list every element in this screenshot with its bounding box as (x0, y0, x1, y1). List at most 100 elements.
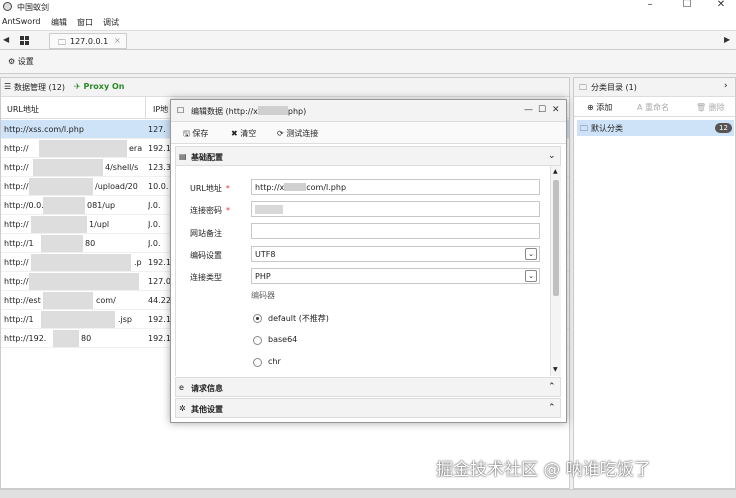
row-ip: 192.1 (148, 334, 171, 343)
settings-list-icon: ▤ (179, 152, 187, 161)
password-input[interactable] (251, 201, 540, 217)
redaction-mosaic (43, 197, 85, 214)
row-ip: 44.22 (148, 296, 171, 305)
url-input[interactable]: http://x com/l.php (251, 179, 540, 195)
dialog-titlebar[interactable]: ☐ 编辑数据 (http://x php) — ☐ ✕ (171, 100, 566, 122)
row-ip: J.0. (148, 220, 161, 229)
redaction-mosaic (29, 273, 139, 290)
basic-config-form: URL地址 * http://x com/l.php 连接密码 * 网站备注 编码设置… (175, 166, 561, 376)
row-ip: 192.1 (148, 144, 171, 153)
row-url-tail: 80 (81, 334, 92, 343)
redaction-mosaic (33, 159, 103, 176)
scroll-thumb[interactable] (553, 180, 559, 296)
row-url-tail: era (129, 144, 143, 153)
connection-type-label: 连接类型 (190, 273, 222, 282)
gear-icon: ⚙ (8, 57, 16, 66)
row-url-tail: 80 (85, 239, 96, 248)
count-badge: 12 (715, 123, 732, 133)
menu-debug[interactable]: 调试 (103, 17, 119, 28)
panel-header: ☰ 数据管理 (12) ✈ Proxy On (1, 78, 569, 97)
test-connection-button[interactable]: ⟳ 测试连接 (277, 128, 318, 139)
tab-scroll-right-icon[interactable]: ▶ (724, 35, 730, 44)
encoder-default-label[interactable]: default (不推荐) (268, 313, 329, 324)
tab-bar: ◀ 🗀 127.0.0.1 × ▶ (0, 30, 736, 50)
row-ip: 192.1 (148, 258, 171, 267)
category-panel: 🗀 分类目录 (1) › ⊕ 添加 A 重命名 🗑 删除 🗀 默认分类 12 (573, 77, 736, 489)
dialog-minimize-button[interactable]: — (524, 105, 533, 115)
panel-title: 数据管理 (12) (14, 83, 65, 92)
section-basic-config[interactable]: ▤ 基础配置 ⌄ (175, 146, 561, 166)
form-scrollbar[interactable]: ▲ ▼ (550, 166, 561, 376)
encoder-base64-radio[interactable] (253, 336, 262, 345)
chevron-right-icon[interactable]: › (724, 81, 728, 91)
password-label: 连接密码 * (190, 206, 230, 215)
dialog-close-button[interactable]: ✕ (552, 105, 560, 115)
row-url-tail: 4/shell/s (105, 163, 139, 172)
row-url-tail: 1/upl (89, 220, 110, 229)
encoder-chr-label[interactable]: chr (268, 357, 281, 366)
home-grid-icon[interactable] (20, 36, 29, 45)
tab-label: 127.0.0.1 (70, 37, 109, 46)
row-ip: 123.3 (148, 163, 171, 172)
menu-bar: AntSword 编辑 窗口 调试 (0, 14, 736, 30)
minimize-button[interactable]: – (633, 0, 667, 12)
scroll-down-icon[interactable]: ▼ (553, 366, 558, 373)
status-bar (0, 489, 736, 498)
dialog-maximize-button[interactable]: ☐ (538, 105, 546, 115)
column-url[interactable]: URL地址 (7, 104, 39, 115)
column-divider[interactable] (145, 97, 146, 119)
dialog-toolbar: 🖫 保存 ✖ 清空 ⟳ 测试连接 (171, 122, 566, 144)
row-url: http://xss.com/l.php (4, 125, 84, 134)
redaction-mosaic (41, 311, 115, 328)
category-title: 分类目录 (1) (591, 83, 637, 92)
section-label: 请求信息 (191, 384, 223, 393)
row-url-tail: .p (134, 258, 142, 267)
clear-button[interactable]: ✖ 清空 (231, 128, 256, 139)
redaction-mosaic (255, 205, 283, 214)
column-ip[interactable]: IP地 (153, 104, 168, 115)
menu-edit[interactable]: 编辑 (51, 17, 67, 28)
menu-window[interactable]: 窗口 (77, 17, 93, 28)
encoder-default-radio[interactable] (253, 314, 262, 323)
settings-bar: ⚙ 设置 (0, 50, 736, 74)
connection-type-value: PHP (255, 272, 271, 281)
note-input[interactable] (251, 223, 540, 239)
section-label: 其他设置 (191, 405, 223, 414)
encoding-select[interactable]: UTF8 ⌄ (251, 246, 540, 262)
section-request-info[interactable]: e 请求信息 ⌃ (175, 377, 561, 397)
chevron-down-icon: ⌄ (548, 151, 556, 161)
tab-close-icon[interactable]: × (114, 36, 121, 45)
window-icon: ☐ (177, 106, 185, 115)
settings-label: 设置 (17, 57, 34, 66)
delete-category-button[interactable]: 🗑 删除 (696, 102, 725, 113)
menu-antsword[interactable]: AntSword (2, 17, 40, 26)
gear-icon: ✲ (179, 404, 186, 413)
chevron-up-icon: ⌃ (548, 382, 556, 392)
row-url-tail: .jsp (118, 315, 133, 324)
encoder-chr-radio[interactable] (253, 358, 262, 367)
encoder-base64-label[interactable]: base64 (268, 335, 297, 344)
chevron-up-icon: ⌃ (548, 403, 556, 413)
maximize-button[interactable]: ☐ (670, 0, 704, 12)
save-button[interactable]: 🖫 保存 (183, 128, 208, 142)
window-titlebar: 中国蚁剑 – ☐ ✕ (0, 0, 736, 14)
connection-type-select[interactable]: PHP ⌄ (251, 268, 540, 284)
tab-127-0-0-1[interactable]: 🗀 127.0.0.1 × (49, 33, 127, 49)
tab-scroll-left-icon[interactable]: ◀ (3, 35, 9, 44)
add-category-button[interactable]: ⊕ 添加 (587, 102, 612, 113)
window-title: 中国蚁剑 (17, 3, 49, 12)
rename-category-button[interactable]: A 重命名 (637, 102, 669, 113)
category-item-default[interactable]: 🗀 默认分类 12 (577, 120, 734, 136)
dialog-title: 编辑数据 (http://x php) (191, 106, 306, 117)
close-button[interactable]: ✕ (704, 0, 736, 12)
row-url-tail: /upload/20 (95, 182, 138, 191)
scroll-up-icon[interactable]: ▲ (553, 168, 558, 175)
row-ip: J.0. (148, 201, 161, 210)
row-ip: J.0. (148, 239, 161, 248)
settings-button[interactable]: ⚙ 设置 (8, 56, 34, 67)
row-ip: 127. (148, 125, 166, 134)
dialog-title-tail: php) (287, 107, 307, 116)
watermark: 掘金技术社区 @ 呐谁吃饭了 (436, 460, 651, 480)
redaction-mosaic (31, 254, 131, 271)
section-other-settings[interactable]: ✲ 其他设置 ⌃ (175, 398, 561, 418)
